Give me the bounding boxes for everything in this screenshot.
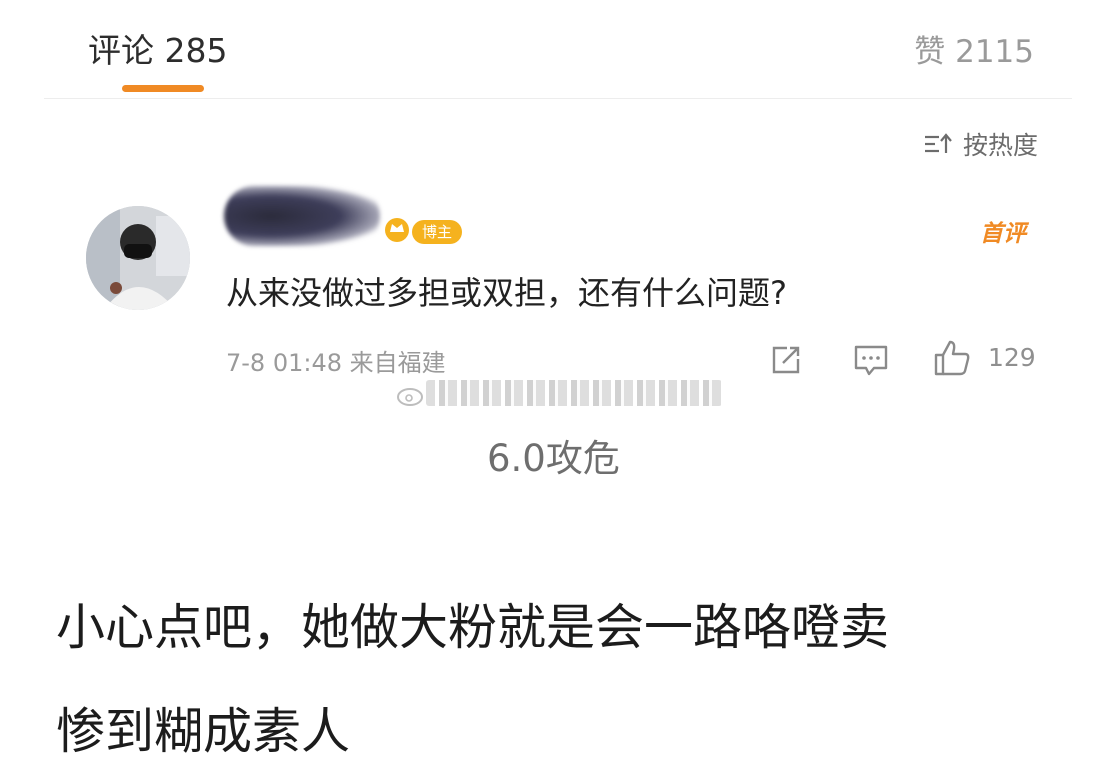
header-divider: [44, 98, 1072, 99]
comment-text: 从来没做过多担或双担，还有什么问题?: [226, 274, 787, 312]
vip-crown-icon: [382, 214, 412, 244]
reply-icon[interactable]: [852, 342, 890, 378]
weibo-logo-icon: [396, 384, 426, 406]
active-tab-indicator: [122, 85, 204, 92]
overlay-text-line-1: 小心点吧，她做大粉就是会一路咯噔卖: [56, 599, 890, 656]
avatar[interactable]: [86, 206, 190, 310]
watermark-obscured: [426, 380, 722, 406]
author-badge: 博主: [412, 220, 463, 244]
tab-likes[interactable]: 赞 2115: [914, 26, 1034, 71]
share-icon[interactable]: [768, 342, 804, 378]
username-obscured[interactable]: [224, 186, 380, 246]
overlay-text-line-2: 惨到糊成素人: [56, 703, 351, 760]
sort-by-heat-button[interactable]: 按热度: [923, 126, 1038, 162]
sort-icon: [923, 132, 953, 156]
caption-text: 6.0攻危: [487, 437, 620, 480]
like-count: 129: [988, 343, 1036, 372]
tab-comments[interactable]: 评论 285: [88, 24, 227, 72]
sort-label: 按热度: [962, 131, 1038, 160]
comment-meta: 7-8 01:48 来自福建: [226, 349, 446, 377]
thumbs-up-icon[interactable]: [932, 338, 972, 378]
first-comment-badge: 首评: [980, 221, 1026, 247]
